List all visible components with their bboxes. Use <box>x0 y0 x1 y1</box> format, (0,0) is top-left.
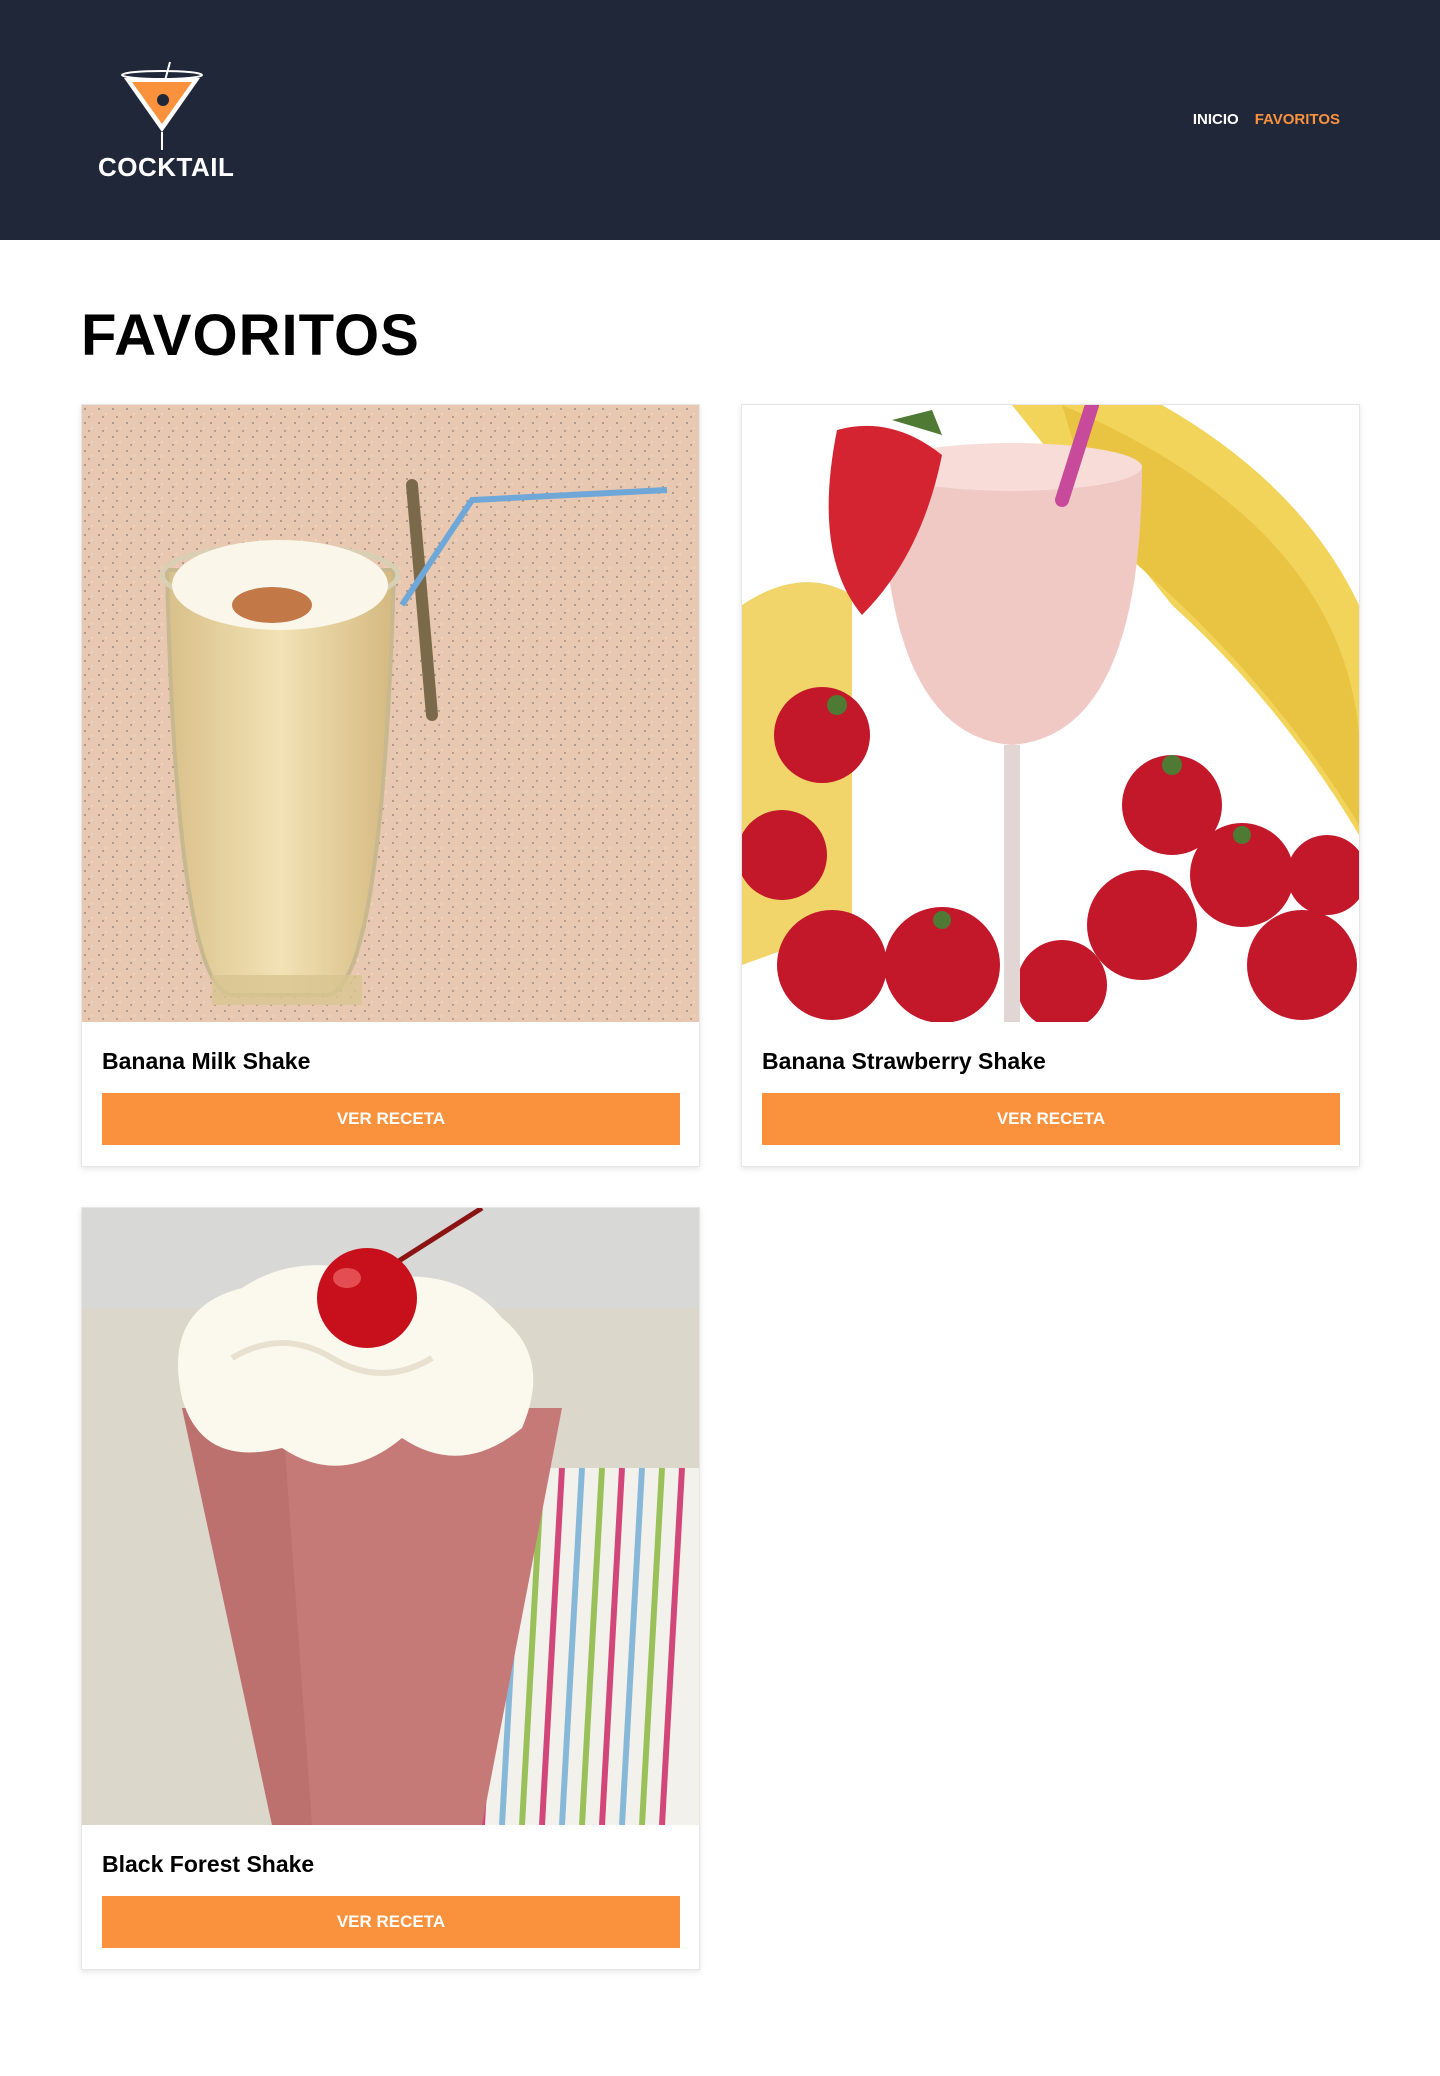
ver-receta-button[interactable]: VER RECETA <box>102 1896 680 1948</box>
site-logo[interactable]: COCKTAIL <box>98 60 235 182</box>
black-forest-shake-image <box>82 1208 699 1825</box>
page-title: FAVORITOS <box>81 303 420 368</box>
nav-link-inicio[interactable]: INICIO <box>1193 111 1239 128</box>
recipe-card: Banana Strawberry Shake VER RECETA <box>741 404 1360 1167</box>
banana-strawberry-shake-image <box>742 405 1359 1022</box>
recipe-card: Black Forest Shake VER RECETA <box>81 1207 700 1970</box>
banana-milk-shake-image <box>82 405 699 1022</box>
nav-link-favoritos[interactable]: FAVORITOS <box>1255 111 1340 128</box>
card-title: Banana Milk Shake <box>102 1048 311 1074</box>
recipe-card: Banana Milk Shake VER RECETA <box>81 404 700 1167</box>
card-title: Black Forest Shake <box>102 1851 315 1877</box>
logo-text: COCKTAIL <box>98 152 235 182</box>
ver-receta-button[interactable]: VER RECETA <box>102 1093 680 1145</box>
site-header: COCKTAIL INICIO FAVORITOS <box>0 0 1440 240</box>
cocktail-glass-icon <box>121 61 203 150</box>
card-title: Banana Strawberry Shake <box>762 1048 1046 1074</box>
ver-receta-button[interactable]: VER RECETA <box>762 1093 1340 1145</box>
main-nav: INICIO FAVORITOS <box>1193 111 1340 128</box>
